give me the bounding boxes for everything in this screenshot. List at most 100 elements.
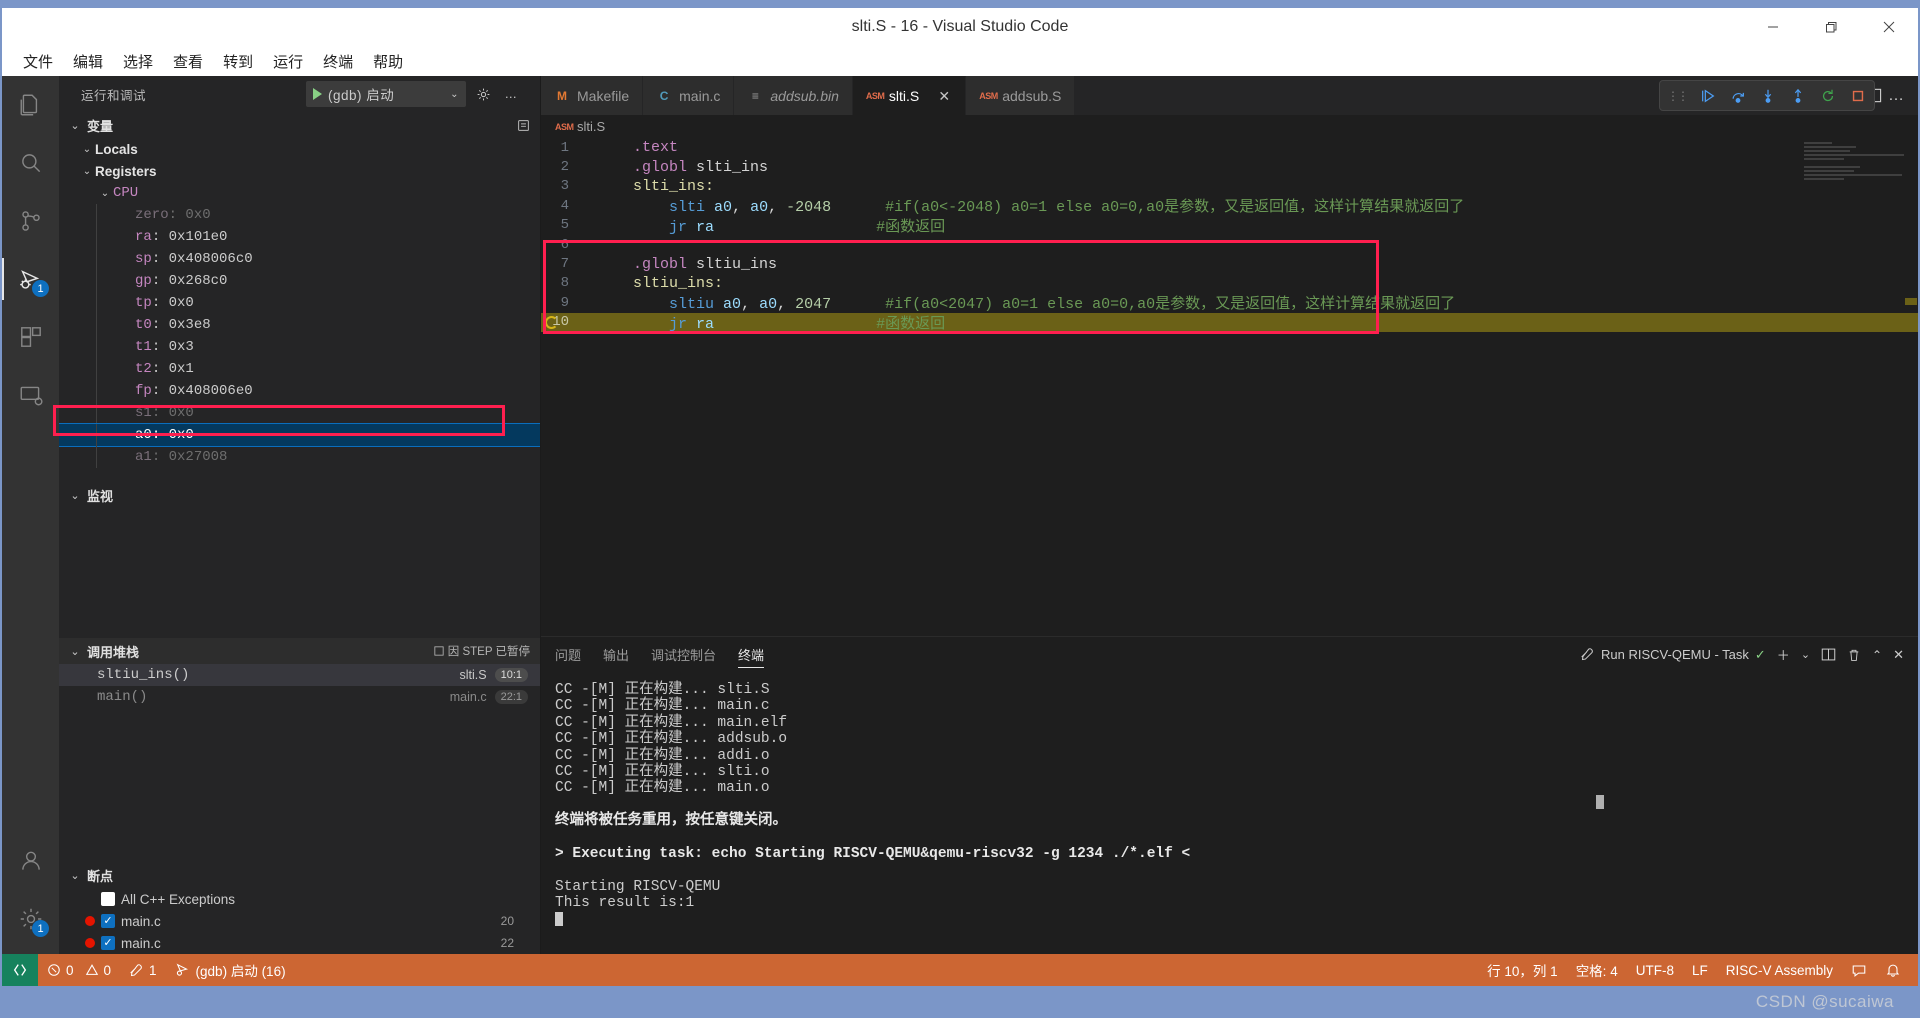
code-line[interactable]: 5 jr ra #函数返回 [541,216,1918,236]
terminal-dropdown-icon[interactable]: ⌄ [1801,648,1810,661]
activity-accounts[interactable] [2,832,59,890]
register-row-a0[interactable]: a0: 0x0 [59,423,540,447]
stop-button[interactable] [1848,86,1867,105]
close-panel-button[interactable]: ✕ [1893,647,1904,663]
encoding[interactable]: UTF-8 [1627,954,1683,986]
continue-button[interactable] [1698,86,1717,105]
language-mode[interactable]: RISC-V Assembly [1717,954,1842,986]
feedback-icon[interactable] [1842,954,1876,986]
indentation[interactable]: 空格: 4 [1567,954,1627,986]
activity-search[interactable] [2,134,59,192]
breakpoint-row[interactable]: ✓ main.c 20 [59,910,540,932]
breakpoint-checkbox[interactable]: ✓ [101,936,115,950]
activity-source-control[interactable] [2,192,59,250]
menu-run[interactable]: 运行 [264,48,312,75]
activity-settings[interactable]: 1 [2,890,59,948]
code-line[interactable]: 9 sltiu a0, a0, 2047 #if(a0<2047) a0=1 e… [541,293,1918,314]
menu-view[interactable]: 查看 [164,48,212,75]
close-button[interactable] [1860,8,1918,46]
bell-icon[interactable] [1876,954,1910,986]
tab-addsub-s[interactable]: ASM addsub.S [966,76,1076,115]
code-line[interactable]: 6 [541,235,1918,254]
code-line[interactable]: 2 .globl slti_ins [541,157,1918,176]
callstack-frame[interactable]: sltiu_ins() slti.S 10:1 [59,664,540,686]
activity-run-and-debug[interactable]: 1 [2,250,59,308]
code-line[interactable]: 1 .text [541,138,1918,157]
editor-more-actions[interactable]: … [1888,87,1904,105]
menu-terminal[interactable]: 终端 [314,48,362,75]
activity-remote-explorer[interactable] [2,366,59,424]
maximize-panel-button[interactable]: ⌃ [1872,648,1882,662]
start-debug-icon[interactable] [313,88,322,100]
tree-node-registers[interactable]: ⌄ Registers [59,160,540,182]
activity-extensions[interactable] [2,308,59,366]
register-row[interactable]: s1: 0x0 [59,402,540,424]
tab-terminal[interactable]: 终端 [738,637,765,672]
kill-terminal-button[interactable] [1847,648,1861,662]
register-row[interactable]: zero: 0x0 [59,204,540,226]
breakpoint-checkbox[interactable]: ✓ [101,914,115,928]
sidebar-more-actions[interactable]: … [500,83,522,105]
activity-explorer[interactable] [2,76,59,134]
register-row[interactable]: t2: 0x1 [59,358,540,380]
menu-edit[interactable]: 编辑 [64,48,112,75]
gear-icon[interactable] [472,83,494,105]
terminal-task-selector[interactable]: Run RISCV-QEMU - Task ✓ [1580,647,1766,663]
breakpoints-header[interactable]: ⌄ 断点 [59,862,540,888]
debug-session-status[interactable]: (gdb) 启动 (16) [166,954,295,986]
register-row[interactable]: a1: 0x27008 [59,446,540,468]
register-row[interactable]: tp: 0x0 [59,292,540,314]
code-editor[interactable]: 1 .text 2 .globl slti_ins 3 slti_ins: 4 … [541,138,1918,636]
code-line[interactable]: 7 .globl sltiu_ins [541,254,1918,273]
ports-status[interactable]: 1 [120,954,166,986]
step-over-button[interactable] [1728,86,1747,105]
remote-host-button[interactable] [2,954,38,986]
step-out-button[interactable] [1788,86,1807,105]
variables-actions[interactable] [517,119,540,132]
cursor-position[interactable]: 行 10，列 1 [1478,954,1567,986]
code-line[interactable]: 4 slti a0, a0, -2048 #if(a0<-2048) a0=1 … [541,196,1918,217]
breakpoint-row[interactable]: ✓ main.c 22 [59,932,540,954]
register-row[interactable]: gp: 0x268c0 [59,270,540,292]
tree-node-locals[interactable]: ⌄ Locals [59,138,540,160]
callstack-frame[interactable]: main() main.c 22:1 [59,686,540,708]
register-row[interactable]: sp: 0x408006c0 [59,248,540,270]
drag-handle-icon[interactable]: ⋮⋮ [1667,89,1689,103]
code-line-current[interactable]: 10 jr ra #函数返回 [541,312,1918,333]
register-row[interactable]: ra: 0x101e0 [59,226,540,248]
menu-selection[interactable]: 选择 [114,48,162,75]
variables-header[interactable]: ⌄ 变量 [59,112,540,138]
restart-button[interactable] [1818,86,1837,105]
new-terminal-button[interactable]: ＋ [1777,645,1790,664]
tree-node-cpu[interactable]: ⌄ CPU [59,182,540,204]
close-icon[interactable]: ✕ [936,88,952,105]
tab-makefile[interactable]: M Makefile [541,76,644,115]
code-line[interactable]: 8 sltiu_ins: [541,274,1918,293]
tab-addsub-bin[interactable]: ≡ addsub.bin [734,76,853,115]
minimap[interactable] [1804,142,1916,182]
maximize-button[interactable] [1802,8,1860,46]
breakpoint-checkbox[interactable] [101,892,115,906]
callstack-header[interactable]: ⌄ 调用堆栈 因 STEP 已暂停 [59,638,540,664]
register-row[interactable]: t1: 0x3 [59,336,540,358]
menu-go[interactable]: 转到 [214,48,262,75]
menu-file[interactable]: 文件 [14,48,62,75]
tab-debug-console[interactable]: 调试控制台 [651,637,716,672]
eol-sequence[interactable]: LF [1683,954,1717,986]
register-row[interactable]: fp: 0x408006e0 [59,380,540,402]
tab-problems[interactable]: 问题 [555,637,581,672]
code-line[interactable]: 3 slti_ins: [541,177,1918,196]
problems-status[interactable]: 0 0 [38,954,120,986]
split-terminal-button[interactable] [1821,647,1836,662]
tab-main-c[interactable]: C main.c [643,76,735,115]
tab-output[interactable]: 输出 [603,637,629,672]
step-into-button[interactable] [1758,86,1777,105]
watch-header[interactable]: ⌄ 监视 [59,482,540,508]
register-row[interactable]: t0: 0x3e8 [59,314,540,336]
tab-slti-s[interactable]: ASM slti.S ✕ [852,76,967,115]
menu-help[interactable]: 帮助 [364,48,412,75]
breadcrumb[interactable]: ASM slti.S [541,115,1918,138]
minimize-button[interactable] [1744,8,1802,46]
terminal-output[interactable]: CC -[M] 正在构建... slti.S CC -[M] 正在构建... m… [541,672,1918,954]
breakpoint-row[interactable]: All C++ Exceptions [59,888,540,910]
